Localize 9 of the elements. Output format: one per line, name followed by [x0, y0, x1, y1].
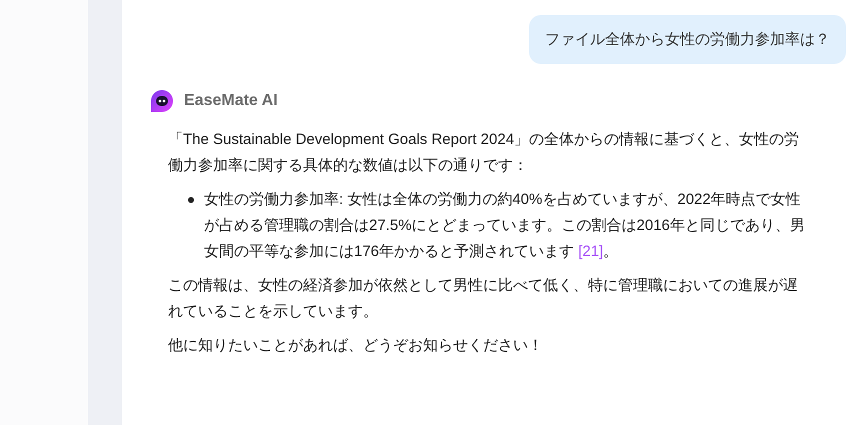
assistant-name: EaseMate AI [184, 91, 278, 111]
list-item-text: 女性の労働力参加率: 女性は全体の労働力の約40%を占めていますが、2022年時点で女性が占める管理職の割合は27.5%にとどまっています。この割合は2016年と同じであり、男女間の平等な参加には176年かかると予測されています [21]。 [204, 190, 806, 262]
bullet-icon [188, 197, 194, 203]
answer-paragraph: 「The Sustainable Development Goals Report 2024」の全体からの情報に基づくと、女性の労働力参加率に関する具体的な数値は以下の通りです： [168, 130, 800, 176]
user-message: ファイル全体から女性の労働力参加率は？ [529, 15, 846, 64]
bot-logo-icon [150, 89, 174, 113]
reference-link[interactable]: [21] [578, 243, 604, 260]
answer-paragraph: 他に知りたいことがあれば、どうぞお知らせください！ [168, 336, 544, 356]
answer-paragraph: この情報は、女性の経済参加が依然として男性に比べて低く、特に管理職においての進展が遅れていることを示しています。 [168, 276, 799, 322]
